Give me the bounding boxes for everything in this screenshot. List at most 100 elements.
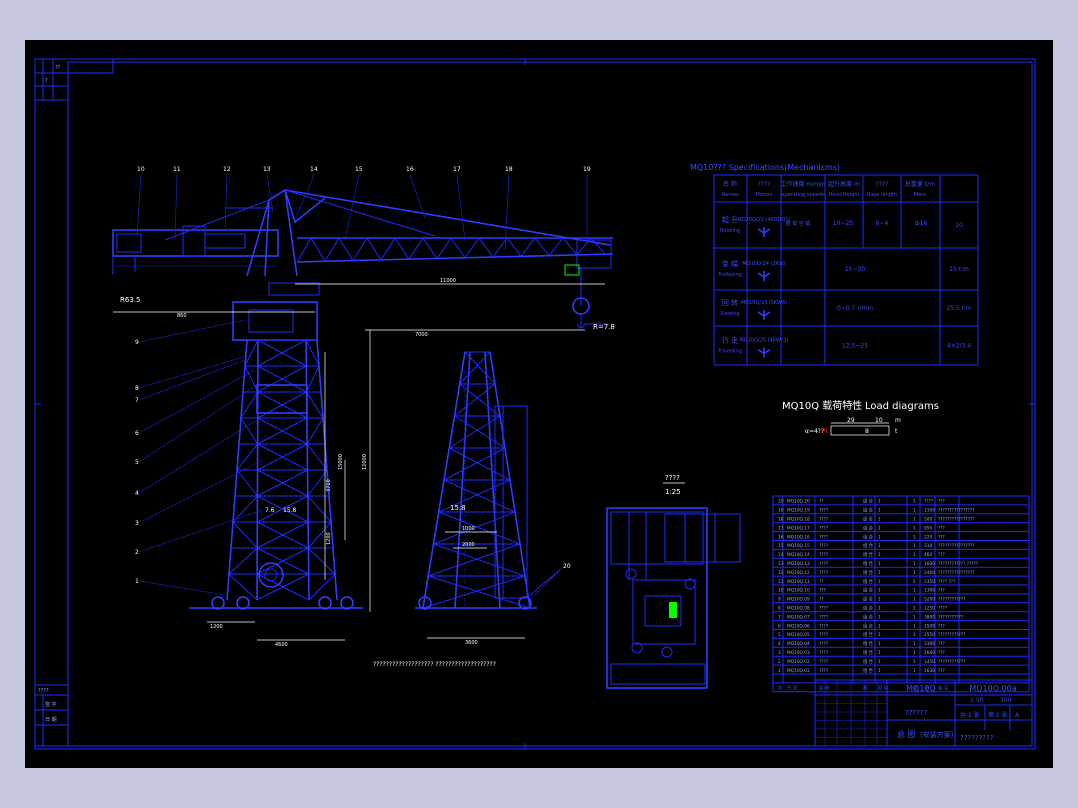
motor-icon — [757, 227, 771, 237]
leader-line — [456, 174, 466, 241]
bom-cell: 5 — [778, 632, 781, 638]
dim-rail-span: 7000 — [415, 332, 428, 338]
spec-row-cn: 起 升 — [722, 215, 738, 224]
bom-cell: ??? — [938, 623, 945, 629]
bom-cell: ???? — [819, 552, 828, 558]
load-title-cn: MQ10Q 载荷特性 — [782, 399, 862, 412]
bom-cell: ???????????? — [938, 632, 965, 638]
tb-drawing-subtitle: (安装方案) — [920, 730, 954, 739]
spec-header-cn: ???? — [758, 181, 771, 188]
spec-row-mass: 10 — [955, 222, 963, 229]
part-balloon: 14 — [310, 166, 318, 173]
bom-cell: ??? — [938, 650, 945, 656]
part-balloon: 18 — [505, 166, 513, 173]
bom-cell: ??? — [938, 588, 945, 594]
spec-header-cn: 起升高度 m — [828, 180, 860, 188]
bom-cell: 组 合 — [863, 622, 874, 629]
section-title: ???? — [665, 474, 680, 482]
bom-cell: 1630 — [924, 668, 935, 674]
bom-cell: 1 — [913, 570, 916, 576]
spec-header-en: Hoist Height — [829, 192, 860, 198]
bom-cell: 16 — [778, 534, 784, 540]
bom-cell: 3800 — [924, 614, 935, 620]
tb-drawing-no: MQ10Q.00a — [969, 684, 1016, 693]
bom-cell: 1 — [878, 588, 881, 594]
cad-viewport[interactable]: ?? ? ???? 签 字 日 期 R=7.8 R63.5 11000 7000… — [25, 40, 1053, 768]
bom-cell: MQ10Q.16 — [787, 534, 810, 540]
dim-base-left: 1200 — [210, 624, 223, 630]
leader-line — [138, 319, 246, 343]
bom-cell: MQ10Q.09 — [787, 597, 810, 603]
crane-assembly-drawing: ?? ? ???? 签 字 日 期 R=7.8 R63.5 11000 7000… — [34, 58, 1036, 750]
load-top-left: 29 — [847, 417, 855, 424]
bom-cell: 组 合 — [863, 667, 874, 674]
dim-counterweight: R63.5 — [120, 296, 140, 304]
bom-cell: 组 合 — [863, 560, 874, 567]
part-balloon: 10 — [137, 166, 145, 173]
bom-cell: 1250 — [924, 606, 935, 612]
spec-row-motor: MQ10Q/23 (SKW6) — [741, 300, 788, 306]
motor-icon — [757, 271, 771, 281]
part-balloon: 13 — [263, 166, 271, 173]
bom-cell: 2 — [778, 659, 781, 665]
bom-cell: ???????????????? — [938, 543, 975, 549]
spec-row-height: 6~4 — [876, 220, 889, 227]
dim-side-mid: 2000 — [462, 542, 475, 548]
bom-cell: 1 — [878, 668, 881, 674]
dim-boom: 11000 — [440, 278, 456, 284]
bom-cell: ???? ??? — [938, 579, 955, 585]
spec-header-en: Mass — [914, 192, 927, 198]
bom-cell: 500 — [924, 517, 932, 523]
spec-row-en: Slewing — [720, 311, 739, 317]
dim-tower-height: 12000 — [362, 454, 368, 470]
part-balloon: 15 — [355, 166, 363, 173]
bom-cell: MQ10Q.18 — [787, 517, 810, 523]
bom-cell: ???? — [819, 534, 828, 540]
bom-cell: ??? — [938, 552, 945, 558]
bom-cell: ???? — [819, 623, 828, 629]
spec-row-mass: 15 t·m — [949, 266, 969, 273]
spec-row-en: Hoisting — [720, 228, 741, 234]
bom-cell: 组 合 — [863, 596, 874, 603]
load-diagram: MQ10Q 载荷特性 Load diagrams 29 10 m 8 α=4??… — [782, 399, 939, 436]
bom-cell: 组 合 — [863, 631, 874, 638]
part-balloon: 16 — [406, 166, 414, 173]
spec-row-rope: ф16 — [915, 220, 928, 227]
spec-row-motor: MQ10Q/22 (4KRDQ2) — [738, 217, 791, 223]
bom-cell: 组 合 — [863, 613, 874, 620]
bom-cell: 1500 — [924, 623, 935, 629]
spec-row-speed: 10~25 — [833, 220, 853, 227]
bom-cell: 1 — [878, 632, 881, 638]
bom-cell: 1450 — [924, 659, 935, 665]
bom-cell: 组 合 — [863, 542, 874, 549]
bom-cell: 1600 — [924, 561, 935, 567]
tb-company: ?????? — [905, 709, 928, 717]
bom-cell: 组 合 — [863, 524, 874, 531]
bom-cell: MQ10Q.05 — [787, 632, 810, 638]
bom-cell: 1 — [878, 597, 881, 603]
bom-cell: 2400 — [924, 570, 935, 576]
bom-cell: ???? — [819, 650, 828, 656]
bom-cell: 7 — [778, 614, 781, 620]
bom-table: 20 MQ10Q.20?? 组 合 1 1???? ???19 MQ10Q.19???? 组 … — [772, 495, 1030, 693]
bom-cell: 组 合 — [863, 578, 874, 585]
leader-line — [138, 419, 258, 494]
bom-cell: 组 合 — [863, 498, 874, 505]
dim-section-upper: 3710 — [326, 479, 332, 492]
part-balloon: 8 — [135, 385, 139, 392]
bom-cell: ???? — [819, 561, 828, 567]
bom-cell: ??? — [938, 534, 945, 540]
spec-row-speed: 12.5~25 — [842, 343, 868, 350]
bom-cell: 1 — [913, 525, 916, 531]
side-leg-label: 15.8 — [450, 504, 466, 512]
bom-cell: 1350 — [924, 579, 935, 585]
bom-cell: ??? — [938, 525, 945, 531]
leader-line — [138, 580, 226, 596]
load-red-mark: Pt — [822, 428, 829, 435]
bom-cell: 1 — [913, 534, 916, 540]
bom-cell: ???? — [938, 606, 947, 612]
spec-row-cn: 变 幅 — [722, 259, 738, 268]
leader-line — [136, 174, 142, 236]
dim-base-width: 4600 — [275, 642, 288, 648]
bom-cell: 1 — [913, 614, 916, 620]
